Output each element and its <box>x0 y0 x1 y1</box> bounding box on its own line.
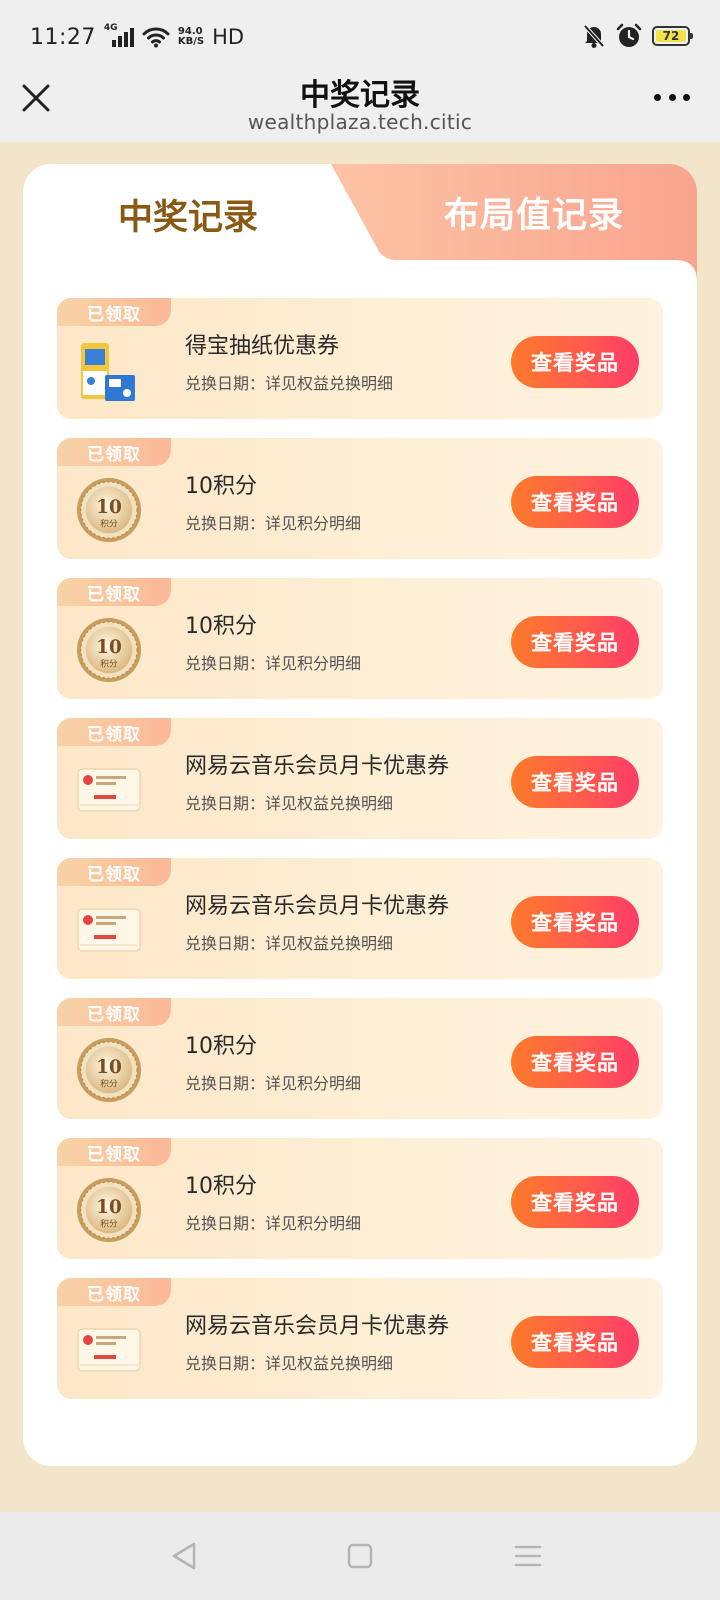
records-list: 已领取 得宝抽纸优惠券 兑换日期：详见权益兑换明细 查看奖品 已领取 10 积分 10积分 兑换… <box>57 298 663 1418</box>
svg-text:10: 10 <box>96 1057 122 1078</box>
svg-text:积分: 积分 <box>100 1078 118 1090</box>
prize-title: 10积分 <box>185 1174 257 1199</box>
prize-record-item: 已领取 得宝抽纸优惠券兑换日期：详见权益兑换明细 查看奖品 <box>57 298 663 419</box>
main-content: 中奖记录 布局值记录 已领取 得宝抽纸优惠券 兑换日期：详见权益兑换明细 查看奖品 已领… <box>0 142 720 1512</box>
claimed-badge: 已领取 <box>57 298 171 326</box>
cellular-signal-icon: 4G <box>104 23 134 49</box>
battery-icon: 72 <box>652 26 693 46</box>
prize-title: 网易云音乐会员月卡优惠券 <box>185 1314 450 1339</box>
view-prize-button[interactable]: 查看奖品 <box>511 1036 639 1088</box>
page-header: 中奖记录 wealthplaza.tech.citic <box>0 70 720 142</box>
view-prize-button[interactable]: 查看奖品 <box>511 756 639 808</box>
prize-thumbnail: 10 积分 <box>75 1034 143 1106</box>
prize-title: 10积分 <box>185 1034 257 1059</box>
hd-indicator: HD <box>212 25 245 49</box>
prize-thumbnail <box>75 754 143 826</box>
view-prize-button[interactable]: 查看奖品 <box>511 896 639 948</box>
svg-text:积分: 积分 <box>100 518 118 530</box>
system-nav-bar <box>0 1512 720 1600</box>
prize-thumbnail <box>75 894 143 966</box>
prize-redeem-date: 兑换日期：详见权益兑换明细 <box>185 794 394 813</box>
prize-thumbnail: 10 积分 <box>75 1174 143 1246</box>
prize-title: 网易云音乐会员月卡优惠券 <box>185 754 450 779</box>
page-title: 中奖记录 <box>300 78 420 113</box>
back-triangle-icon[interactable] <box>166 1538 202 1574</box>
prize-record-item: 已领取 网易云音乐会员月卡优惠券兑换日期：详见权益兑换明细 查看奖品 <box>57 1278 663 1399</box>
points-coin-icon: 10积分 <box>76 1037 142 1103</box>
records-card: 中奖记录 布局值记录 已领取 得宝抽纸优惠券 兑换日期：详见权益兑换明细 查看奖品 已领… <box>23 164 697 1466</box>
coupon-card-icon <box>77 1328 141 1372</box>
alarm-clock-icon <box>616 23 642 47</box>
page-url: wealthplaza.tech.citic <box>247 110 473 134</box>
claimed-badge: 已领取 <box>57 1278 171 1306</box>
svg-text:10: 10 <box>96 497 122 518</box>
prize-redeem-date: 兑换日期：详见权益兑换明细 <box>185 374 394 393</box>
tab-layout-value-records[interactable]: 布局值记录 <box>331 164 697 282</box>
menu-lines-icon[interactable] <box>510 1538 546 1574</box>
prize-redeem-date: 兑换日期：详见积分明细 <box>185 514 362 533</box>
claimed-badge: 已领取 <box>57 718 171 746</box>
prize-thumbnail: 10 积分 <box>75 474 143 546</box>
prize-record-item: 已领取 网易云音乐会员月卡优惠券兑换日期：详见权益兑换明细 查看奖品 <box>57 858 663 979</box>
battery-level: 72 <box>656 29 686 43</box>
prize-redeem-date: 兑换日期：详见积分明细 <box>185 1074 362 1093</box>
prize-thumbnail: 10 积分 <box>75 614 143 686</box>
coupon-card-icon <box>77 908 141 952</box>
tab-layout-value-label: 布局值记录 <box>443 195 624 236</box>
more-options-icon[interactable] <box>654 92 690 102</box>
prize-record-item: 已领取 10 积分 10积分 兑换日期：详见积分明细 查看奖品 <box>57 1138 663 1259</box>
view-prize-button[interactable]: 查看奖品 <box>511 476 639 528</box>
prize-thumbnail <box>75 1314 143 1386</box>
view-prize-button[interactable]: 查看奖品 <box>511 336 639 388</box>
prize-record-item: 已领取 网易云音乐会员月卡优惠券兑换日期：详见权益兑换明细 查看奖品 <box>57 718 663 839</box>
prize-record-item: 已领取 10 积分 10积分 兑换日期：详见积分明细 查看奖品 <box>57 578 663 699</box>
claimed-badge: 已领取 <box>57 998 171 1026</box>
coupon-card-icon <box>77 768 141 812</box>
prize-redeem-date: 兑换日期：详见积分明细 <box>185 1214 362 1233</box>
tissue-pack-icon <box>81 343 135 401</box>
svg-text:10: 10 <box>96 1197 122 1218</box>
points-coin-icon: 10积分 <box>76 1177 142 1243</box>
wifi-icon <box>142 27 170 48</box>
prize-redeem-date: 兑换日期：详见权益兑换明细 <box>185 1354 394 1373</box>
status-time: 11:27 <box>30 24 96 50</box>
tab-prize-records[interactable]: 中奖记录 <box>23 164 353 264</box>
prize-redeem-date: 兑换日期：详见权益兑换明细 <box>185 934 394 953</box>
claimed-badge: 已领取 <box>57 438 171 466</box>
points-coin-icon: 10积分 <box>76 477 142 543</box>
view-prize-button[interactable]: 查看奖品 <box>511 616 639 668</box>
network-speed: 94.0 KB/S <box>177 26 205 47</box>
prize-title: 得宝抽纸优惠券 <box>185 334 340 359</box>
prize-record-item: 已领取 10 积分 10积分 兑换日期：详见积分明细 查看奖品 <box>57 998 663 1119</box>
prize-redeem-date: 兑换日期：详见积分明细 <box>185 654 362 673</box>
points-coin-icon: 10积分 <box>76 617 142 683</box>
prize-record-item: 已领取 10 积分 10积分 兑换日期：详见积分明细 查看奖品 <box>57 438 663 559</box>
prize-title: 网易云音乐会员月卡优惠券 <box>185 894 450 919</box>
svg-text:积分: 积分 <box>100 658 118 670</box>
view-prize-button[interactable]: 查看奖品 <box>511 1176 639 1228</box>
svg-text:积分: 积分 <box>100 1218 118 1230</box>
svg-text:10: 10 <box>96 637 122 658</box>
prize-title: 10积分 <box>185 474 257 499</box>
claimed-badge: 已领取 <box>57 578 171 606</box>
home-square-icon[interactable] <box>342 1538 378 1574</box>
claimed-badge: 已领取 <box>57 858 171 886</box>
claimed-badge: 已领取 <box>57 1138 171 1166</box>
mute-bell-icon <box>583 24 605 48</box>
status-bar: 11:27 4G 94.0 KB/S HD 72 <box>0 0 720 70</box>
prize-title: 10积分 <box>185 614 257 639</box>
prize-thumbnail <box>75 334 143 406</box>
view-prize-button[interactable]: 查看奖品 <box>511 1316 639 1368</box>
